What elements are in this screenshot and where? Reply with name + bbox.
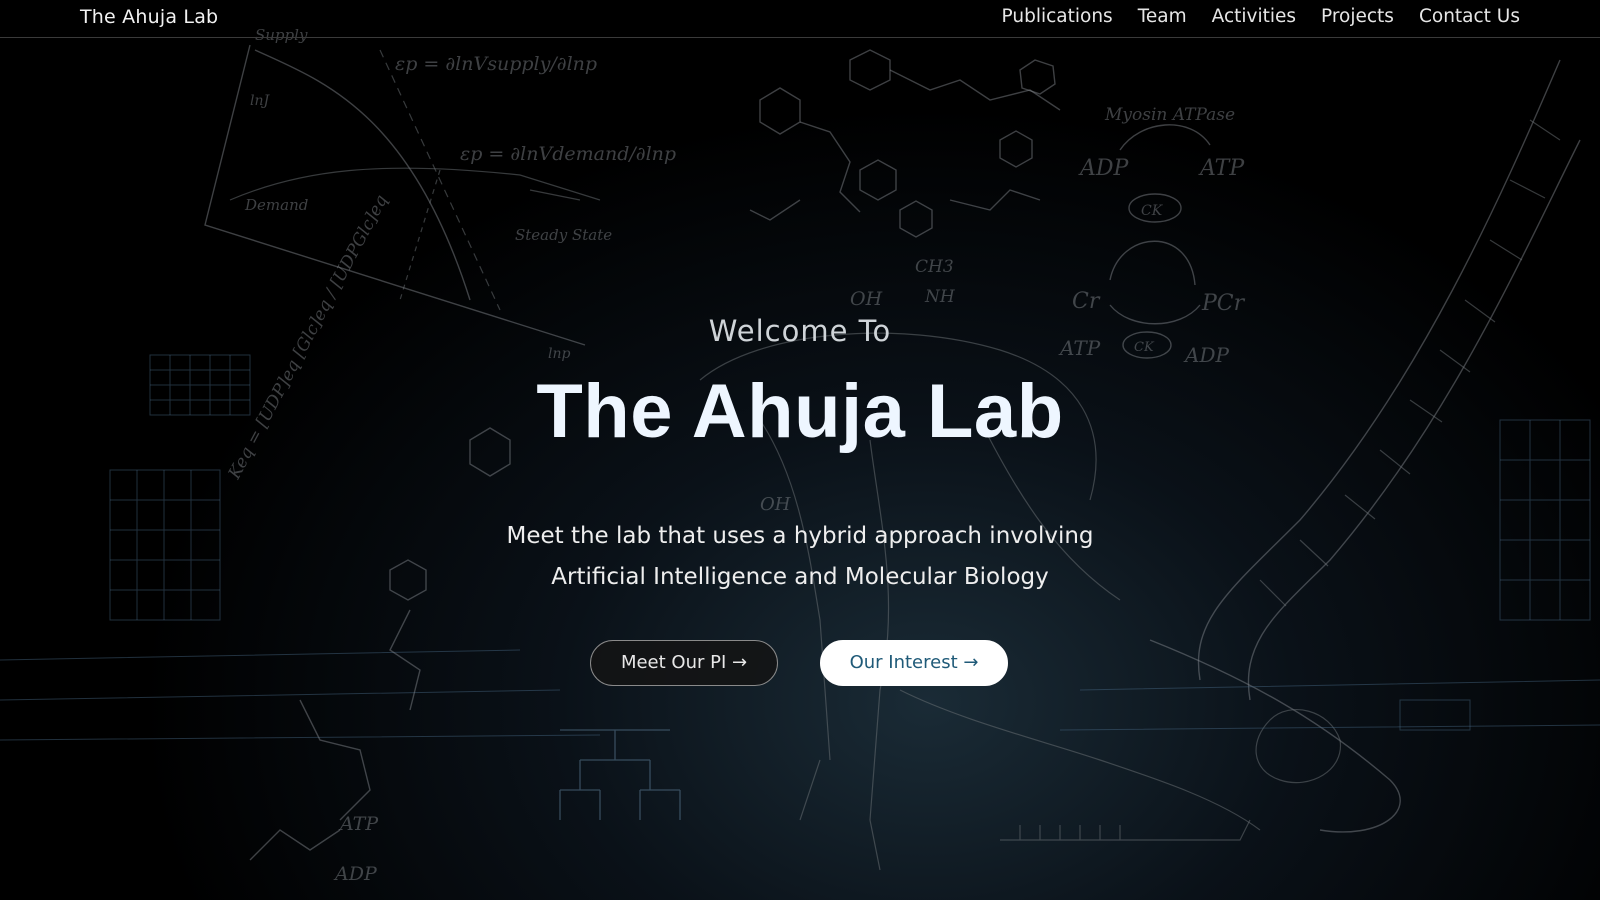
page: Supply εp = ∂lnVsupply/∂lnp εp = ∂lnVdem…	[0, 0, 1600, 900]
hero-welcome-text: Welcome To	[708, 314, 892, 348]
hero-title: The Ahuja Lab	[536, 369, 1064, 454]
hero-tagline-line-2: Artificial Intelligence and Molecular Bi…	[551, 564, 1049, 590]
our-interest-button[interactable]: Our Interest →	[820, 640, 1008, 686]
meet-our-pi-button[interactable]: Meet Our PI →	[590, 640, 778, 686]
hero-section: Welcome To The Ahuja Lab Meet the lab th…	[0, 0, 1600, 900]
hero-tagline: Meet the lab that uses a hybrid approach…	[0, 516, 1600, 598]
hero-tagline-line-1: Meet the lab that uses a hybrid approach…	[506, 523, 1094, 549]
